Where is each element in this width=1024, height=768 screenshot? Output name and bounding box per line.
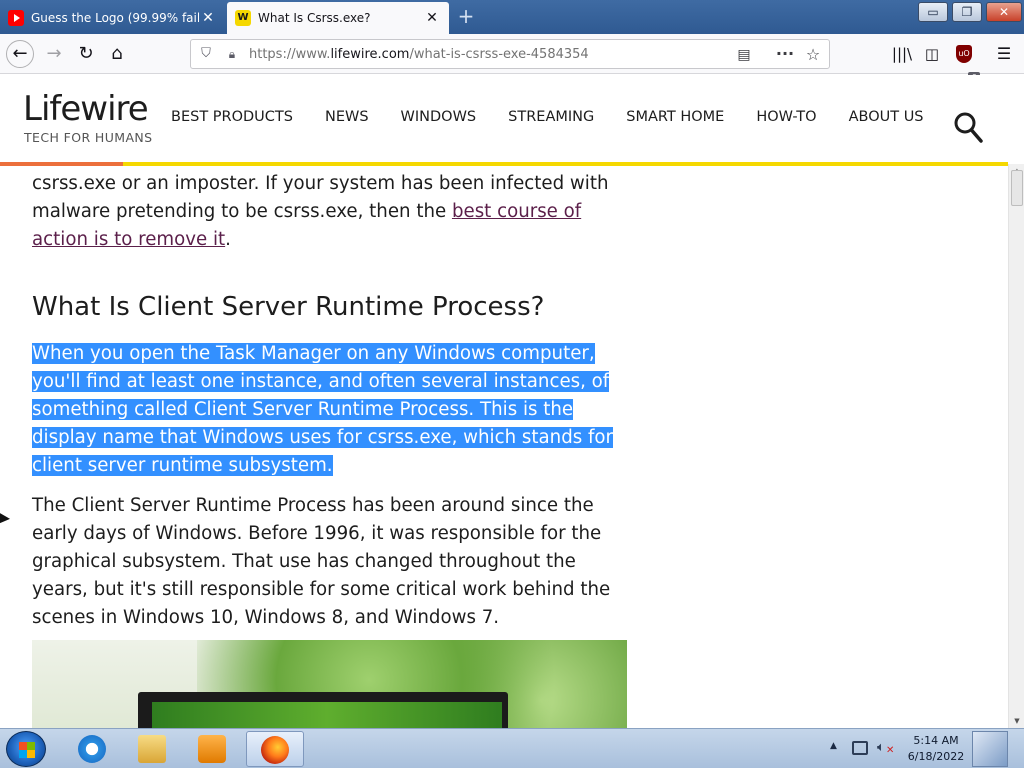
page-actions-icon[interactable]: ··· xyxy=(774,45,796,65)
lock-icon[interactable]: 🔒︎ xyxy=(224,46,240,62)
file-explorer-icon xyxy=(138,735,166,763)
youtube-icon xyxy=(8,10,24,26)
volume-icon[interactable]: 🔈︎ xyxy=(877,740,885,755)
start-button[interactable] xyxy=(6,731,46,767)
firefox-icon xyxy=(261,736,289,764)
mute-icon: ✕ xyxy=(886,745,895,756)
site-tagline: TECH FOR HUMANS xyxy=(24,130,153,145)
tab-title: Guess the Logo (99.99% fail) - Y xyxy=(31,11,199,25)
close-tab-icon[interactable]: ✕ xyxy=(199,9,217,27)
article-image xyxy=(32,640,627,728)
nav-windows[interactable]: WINDOWS xyxy=(401,109,477,125)
site-header: Lifewire TECH FOR HUMANS BEST PRODUCTS N… xyxy=(0,75,1008,166)
network-icon[interactable] xyxy=(852,741,868,755)
back-icon[interactable]: ← xyxy=(6,40,34,68)
taskbar-firefox[interactable] xyxy=(246,731,304,767)
library-icon[interactable]: |||\ xyxy=(888,40,916,68)
nav-about-us[interactable]: ABOUT US xyxy=(849,109,924,125)
section-heading: What Is Client Server Runtime Process? xyxy=(32,292,545,322)
show-desktop-button[interactable] xyxy=(972,731,1008,767)
new-tab-button[interactable]: + xyxy=(455,5,477,27)
ublock-origin-icon[interactable]: uO xyxy=(950,40,978,68)
header-divider xyxy=(0,162,1008,166)
tracking-shield-icon[interactable]: ⛉ xyxy=(198,46,214,62)
bookmark-star-icon[interactable]: ☆ xyxy=(803,45,823,65)
sidebar-icon[interactable]: ◫ xyxy=(918,40,946,68)
home-icon[interactable]: ⌂ xyxy=(103,40,131,68)
url-prefix: https://www. xyxy=(249,47,331,62)
tab-lifewire[interactable]: W What Is Csrss.exe? ✕ xyxy=(227,2,449,34)
hamburger-menu-icon[interactable]: ☰ xyxy=(990,40,1018,68)
close-window-button[interactable]: ✕ xyxy=(986,2,1022,22)
nav-best-products[interactable]: BEST PRODUCTS xyxy=(171,109,293,125)
close-tab-icon[interactable]: ✕ xyxy=(423,9,441,27)
taskbar: ▲ 🔈︎ ✕ 5:14 AM 6/18/2022 xyxy=(0,728,1024,768)
taskbar-internet-explorer[interactable] xyxy=(64,731,118,767)
web-page: Lifewire TECH FOR HUMANS BEST PRODUCTS N… xyxy=(0,75,1008,728)
reload-icon[interactable]: ↻ xyxy=(72,40,100,68)
paragraph: The Client Server Runtime Process has be… xyxy=(32,495,611,628)
selected-text: When you open the Task Manager on any Wi… xyxy=(32,343,614,476)
nav-streaming[interactable]: STREAMING xyxy=(508,109,594,125)
maximize-button[interactable]: ❐ xyxy=(952,2,982,22)
tab-title: What Is Csrss.exe? xyxy=(258,11,371,25)
selected-paragraph: When you open the Task Manager on any Wi… xyxy=(32,340,632,480)
lifewire-logo[interactable]: Lifewire xyxy=(23,89,149,129)
clock-date[interactable]: 6/18/2022 xyxy=(902,750,970,763)
paragraph-text-end: . xyxy=(225,229,231,250)
minimize-button[interactable]: ▭ xyxy=(918,2,948,22)
site-nav: BEST PRODUCTS NEWS WINDOWS STREAMING SMA… xyxy=(171,109,956,125)
nav-smart-home[interactable]: SMART HOME xyxy=(626,109,724,125)
nav-how-to[interactable]: HOW-TO xyxy=(756,109,816,125)
url-text[interactable]: https://www.lifewire.com/what-is-csrss-e… xyxy=(249,47,589,62)
article-body: csrss.exe or an imposter. If your system… xyxy=(32,170,632,632)
url-path: /what-is-csrss-exe-4584354 xyxy=(409,47,589,62)
nav-news[interactable]: NEWS xyxy=(325,109,369,125)
reader-view-icon[interactable]: ▤ xyxy=(734,45,754,65)
url-host: lifewire.com xyxy=(330,47,410,62)
media-player-icon xyxy=(198,735,226,763)
show-hidden-icons-icon[interactable]: ▲ xyxy=(830,741,837,751)
internet-explorer-icon xyxy=(78,735,106,763)
lifewire-icon: W xyxy=(235,10,251,26)
taskbar-file-explorer[interactable] xyxy=(124,731,178,767)
windows-logo-icon xyxy=(19,742,35,758)
url-bar[interactable]: ⛉ 🔒︎ https://www.lifewire.com/what-is-cs… xyxy=(190,39,830,69)
scroll-thumb[interactable] xyxy=(1011,170,1023,206)
clock-time[interactable]: 5:14 AM xyxy=(902,734,970,747)
taskbar-media-player[interactable] xyxy=(184,731,238,767)
scroll-down-icon[interactable]: ▼ xyxy=(1009,714,1024,728)
navigation-toolbar: ← → ↻ ⌂ ⛉ 🔒︎ https://www.lifewire.com/wh… xyxy=(0,34,1024,84)
tab-strip: Guess the Logo (99.99% fail) - Y ✕ W Wha… xyxy=(0,0,1024,34)
forward-icon[interactable]: → xyxy=(40,40,68,68)
search-icon[interactable] xyxy=(953,111,983,143)
image-monitor-screen xyxy=(152,702,502,728)
paragraph: csrss.exe or an imposter. If your system… xyxy=(32,170,632,254)
page-scrollbar[interactable]: ▲ ▼ xyxy=(1008,164,1024,728)
header-divider-accent xyxy=(0,162,123,166)
tab-youtube[interactable]: Guess the Logo (99.99% fail) - Y ✕ xyxy=(0,2,225,34)
